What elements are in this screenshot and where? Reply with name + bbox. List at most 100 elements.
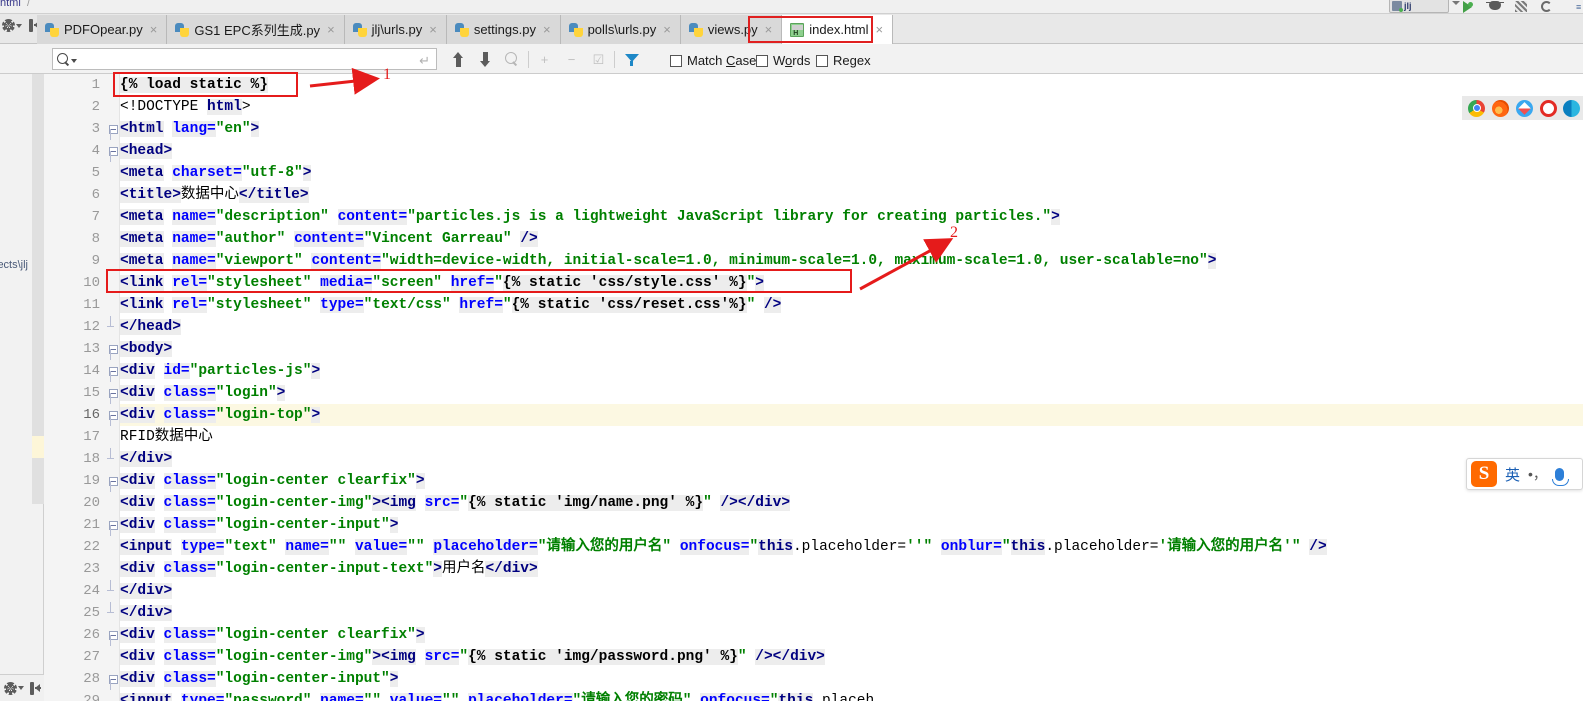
run-icon[interactable] — [1463, 1, 1475, 13]
tab-index-html[interactable]: index.html × — [782, 15, 894, 44]
code-line[interactable]: <div id="particles-js"> — [120, 360, 321, 382]
checkbox-box[interactable] — [670, 54, 682, 67]
fold-expand-icon[interactable] — [106, 338, 120, 360]
fold-expand-icon[interactable] — [106, 382, 120, 404]
code-line[interactable]: RFID数据中心 — [120, 426, 213, 448]
fold-end-icon[interactable] — [106, 448, 120, 470]
coverage-icon[interactable] — [1515, 1, 1527, 13]
settings-gear-icon[interactable] — [4, 681, 24, 695]
python-file-icon — [45, 22, 59, 37]
fold-end-icon[interactable] — [106, 580, 120, 602]
close-icon[interactable]: × — [150, 22, 158, 37]
code-line[interactable]: <div class="login-center clearfix"> — [120, 624, 425, 646]
tab-polls-urls[interactable]: polls\urls.py × — [560, 15, 681, 44]
fold-expand-icon[interactable] — [106, 668, 120, 690]
code-token: html — [207, 99, 242, 115]
code-line[interactable]: <link rel="stylesheet" type="text/css" h… — [120, 294, 782, 316]
fold-expand-icon[interactable] — [106, 404, 120, 426]
code-token: /></div> — [720, 495, 791, 511]
select-all-occurrences-icon[interactable]: ☑ — [589, 50, 608, 69]
code-line[interactable]: <!DOCTYPE html> — [120, 96, 251, 118]
fold-expand-icon[interactable] — [106, 360, 120, 382]
code-token: "particles.js is a lightweight JavaScrip… — [407, 209, 1052, 225]
chevron-down-icon[interactable] — [71, 59, 77, 63]
collapse-panel-icon[interactable] — [30, 681, 41, 695]
close-icon[interactable]: × — [765, 22, 773, 37]
close-icon[interactable]: × — [327, 22, 335, 37]
code-token: <link — [120, 275, 164, 291]
code-line[interactable]: <meta name="author" content="Vincent Gar… — [120, 228, 538, 250]
find-all-icon[interactable] — [502, 50, 521, 69]
code-line[interactable]: <body> — [120, 338, 173, 360]
code-line[interactable]: <div class="login-center-img"><img src="… — [120, 492, 791, 514]
code-line[interactable]: <meta charset="utf-8"> — [120, 162, 312, 184]
code-line[interactable]: <link rel="stylesheet" media="screen" hr… — [120, 272, 764, 294]
code-line[interactable]: <html lang="en"> — [120, 118, 260, 140]
debug-icon[interactable] — [1486, 1, 1504, 13]
fold-expand-icon[interactable] — [106, 140, 120, 162]
microphone-icon[interactable] — [1551, 467, 1569, 486]
firefox-icon[interactable] — [1492, 99, 1509, 117]
code-line[interactable]: <div class="login-top"> — [120, 404, 321, 426]
fold-expand-icon[interactable] — [106, 118, 120, 140]
code-line[interactable]: <div class="login"> — [120, 382, 286, 404]
tab-gs1-epc[interactable]: GS1 EPC系列生成.py × — [167, 15, 345, 44]
tab-jlj-urls[interactable]: jlj\urls.py × — [344, 15, 447, 44]
tab-views[interactable]: views.py × — [680, 15, 783, 44]
code-line[interactable]: <div class="login-center-input"> — [120, 668, 399, 690]
close-icon[interactable]: × — [543, 22, 551, 37]
code-line[interactable]: <div class="login-center clearfix"> — [120, 470, 425, 492]
checkbox-box[interactable] — [756, 54, 768, 67]
ime-mode-label[interactable]: 英 — [1505, 464, 1520, 485]
editor-area[interactable]: jects\jlj 1 {% load static %} 2 <!DOCTYPE h… — [0, 74, 1583, 701]
add-selection-icon[interactable]: + — [535, 50, 554, 69]
words-checkbox[interactable]: Words — [756, 53, 810, 68]
filter-icon[interactable] — [622, 50, 641, 69]
code-line[interactable]: <meta name="description" content="partic… — [120, 206, 1060, 228]
code-line[interactable]: <head> — [120, 140, 173, 162]
code-line[interactable]: </div> — [120, 580, 173, 602]
close-icon[interactable]: × — [876, 22, 884, 37]
more-icon[interactable]: ≡ — [1576, 2, 1581, 12]
ime-punctuation-toggle[interactable]: •， — [1528, 464, 1547, 484]
fold-end-icon[interactable] — [106, 602, 120, 624]
code-line[interactable]: {% load static %} — [120, 74, 268, 96]
tab-settings[interactable]: settings.py × — [446, 15, 561, 44]
code-line[interactable]: </div> — [120, 448, 173, 470]
checkbox-box[interactable] — [816, 54, 828, 67]
code-row-background — [120, 74, 1583, 96]
code-line[interactable]: <title>数据中心</title> — [120, 184, 309, 206]
find-next-icon[interactable] — [476, 50, 495, 69]
search-input[interactable]: ↵ — [52, 48, 437, 70]
regex-checkbox[interactable]: Regex — [816, 53, 871, 68]
chevron-down-icon[interactable] — [1452, 1, 1460, 5]
profile-icon[interactable] — [1541, 1, 1553, 13]
chrome-icon[interactable] — [1468, 99, 1485, 117]
code-line[interactable]: <meta name="viewport" content="width=dev… — [120, 250, 1217, 272]
python-file-icon — [175, 22, 190, 37]
code-line[interactable]: </div> — [120, 602, 173, 624]
code-line[interactable]: <div class="login-center-img"><img src="… — [120, 646, 825, 668]
tab-pdfopear[interactable]: PDFOpear.py × — [37, 15, 168, 44]
remove-selection-icon[interactable]: − — [562, 50, 581, 69]
settings-gear-icon[interactable] — [2, 19, 22, 32]
match-case-checkbox[interactable]: Match Case — [670, 53, 756, 68]
opera-icon[interactable] — [1540, 99, 1557, 117]
close-icon[interactable]: × — [663, 22, 671, 37]
find-previous-icon[interactable] — [449, 50, 468, 69]
close-icon[interactable]: × — [429, 22, 437, 37]
fold-expand-icon[interactable] — [106, 624, 120, 646]
fold-expand-icon[interactable] — [106, 514, 120, 536]
sogou-ime-bar[interactable]: S 英 •， — [1466, 458, 1583, 490]
code-line[interactable]: <div class="login-center-input-text">用户名… — [120, 558, 538, 580]
run-configuration-selector[interactable]: jlj — [1389, 0, 1449, 13]
code-line[interactable]: <div class="login-center-input"> — [120, 514, 399, 536]
fold-end-icon[interactable] — [106, 316, 120, 338]
fold-expand-icon[interactable] — [106, 470, 120, 492]
code-line[interactable]: <input type="password" name="" value="" … — [120, 690, 874, 701]
safari-icon[interactable] — [1516, 99, 1533, 117]
code-line[interactable]: <input type="text" name="" value="" plac… — [120, 536, 1327, 558]
code-line[interactable]: </head> — [120, 316, 181, 338]
edge-icon[interactable] — [1563, 99, 1580, 117]
